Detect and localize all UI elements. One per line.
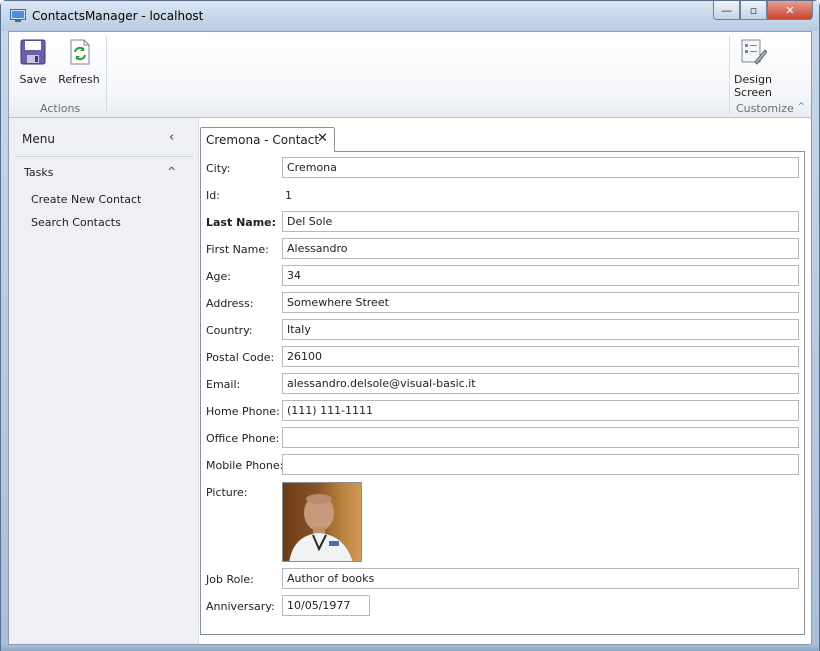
tab-label: Cremona - Contact	[206, 133, 320, 147]
home-phone-label: Home Phone:	[206, 405, 280, 418]
customize-group-label: Customize	[736, 102, 794, 115]
job-role-label: Job Role:	[206, 573, 254, 586]
age-label: Age:	[206, 270, 231, 283]
anniversary-label: Anniversary:	[206, 600, 275, 613]
close-icon: ✕	[785, 3, 795, 17]
client-area: Save Refresh Actions Design Screen Custo…	[8, 31, 812, 645]
office-phone-label: Office Phone:	[206, 432, 280, 445]
ribbon-separator	[106, 36, 107, 114]
tasks-collapse-icon[interactable]: ^	[167, 165, 176, 178]
tasks-group-header[interactable]: Tasks	[24, 166, 53, 179]
ribbon-separator	[729, 36, 730, 114]
contact-details-form: City: Cremona Id: 1 Last Name: Del Sole …	[200, 151, 805, 635]
last-name-field[interactable]: Del Sole	[282, 211, 799, 232]
postal-code-field[interactable]: 26100	[282, 346, 799, 367]
home-phone-field[interactable]: (111) 111-1111	[282, 400, 799, 421]
mobile-phone-label: Mobile Phone:	[206, 459, 284, 472]
office-phone-field[interactable]	[282, 427, 799, 448]
design-screen-label-line2: Screen	[734, 86, 772, 99]
refresh-label: Refresh	[58, 73, 100, 86]
navigation-menu: Menu ‹ Tasks ^ Create New Contact Search…	[9, 118, 199, 644]
maximize-icon: ▫	[749, 3, 758, 17]
id-label: Id:	[206, 189, 220, 202]
address-label: Address:	[206, 297, 254, 310]
menu-collapse-icon[interactable]: ‹	[169, 130, 174, 145]
close-tab-icon[interactable]: ✕	[317, 131, 328, 146]
maximize-button[interactable]: ▫	[740, 1, 767, 20]
actions-group-label: Actions	[40, 102, 81, 115]
close-window-button[interactable]: ✕	[767, 1, 813, 20]
ribbon: Save Refresh Actions Design Screen Custo…	[9, 32, 811, 118]
menu-item-search-contacts[interactable]: Search Contacts	[31, 216, 121, 229]
contact-picture[interactable]	[282, 482, 362, 562]
save-button[interactable]: Save	[17, 38, 49, 86]
city-label: City:	[206, 162, 231, 175]
tab-cremona-contact[interactable]: Cremona - Contact ✕	[200, 127, 335, 152]
country-field[interactable]: Italy	[282, 319, 799, 340]
picture-label: Picture:	[206, 486, 248, 499]
contact-photo-image	[289, 494, 353, 561]
save-label: Save	[19, 73, 47, 86]
mobile-phone-field[interactable]	[282, 454, 799, 475]
country-label: Country:	[206, 324, 253, 337]
first-name-field[interactable]: Alessandro	[282, 238, 799, 259]
address-field[interactable]: Somewhere Street	[282, 292, 799, 313]
design-screen-button[interactable]: Design Screen	[733, 38, 773, 99]
ribbon-collapse-icon[interactable]: ^	[797, 102, 805, 112]
window-title: ContactsManager - localhost	[32, 9, 204, 23]
app-window: ContactsManager - localhost — ▫ ✕ Save R…	[0, 0, 820, 651]
postal-code-label: Postal Code:	[206, 351, 275, 364]
save-icon	[20, 39, 46, 65]
email-label: Email:	[206, 378, 241, 391]
window-bottom-border	[1, 645, 819, 651]
email-field[interactable]: alessandro.delsole@visual-basic.it	[282, 373, 799, 394]
menu-divider	[15, 156, 193, 157]
first-name-label: First Name:	[206, 243, 269, 256]
anniversary-date-field[interactable]: 10/05/1977	[282, 595, 370, 616]
design-screen-label-line1: Design	[734, 73, 772, 86]
city-field[interactable]: Cremona	[282, 157, 799, 178]
refresh-icon	[70, 39, 90, 65]
id-value: 1	[285, 189, 292, 202]
menu-header: Menu	[22, 132, 55, 146]
app-icon	[10, 9, 26, 22]
age-field[interactable]: 34	[282, 265, 799, 286]
minimize-button[interactable]: —	[713, 1, 740, 20]
design-screen-icon	[741, 39, 768, 65]
menu-item-create-new-contact[interactable]: Create New Contact	[31, 193, 141, 206]
minimize-icon: —	[721, 3, 732, 17]
title-bar[interactable]: ContactsManager - localhost — ▫ ✕	[1, 1, 819, 31]
refresh-button[interactable]: Refresh	[57, 38, 101, 86]
last-name-label: Last Name:	[206, 216, 277, 229]
job-role-field[interactable]: Author of books	[282, 568, 799, 589]
